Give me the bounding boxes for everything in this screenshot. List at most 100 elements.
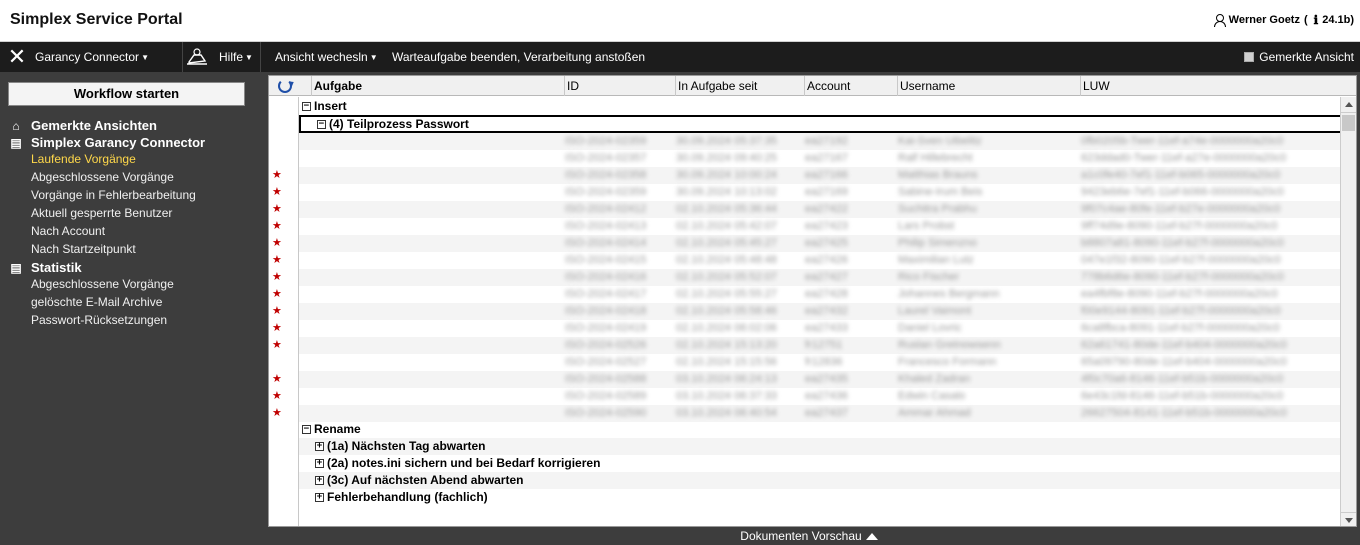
col-luw[interactable]: LUW xyxy=(1080,76,1342,96)
main-toolbar: ✕ Garancy Connector ▼ Hilfe ▼ Ansicht wech… xyxy=(0,42,1360,72)
cell-username: Philip Simenzno xyxy=(898,237,977,249)
nav-gemerkte-ansichten[interactable]: ⌂ Gemerkte Ansichten xyxy=(10,118,157,133)
eraser-icon[interactable] xyxy=(185,42,209,72)
hilfe-menu[interactable]: Hilfe ▼ xyxy=(219,42,253,72)
nav-stat-abgeschlossene-vorgaenge[interactable]: Abgeschlossene Vorgänge xyxy=(31,277,174,291)
col-aufgabe[interactable]: Aufgabe xyxy=(311,76,564,96)
cell-luw: b8807a81-8090-11ef-b27f-0000000a20c0 xyxy=(1081,237,1284,249)
list-icon: ▤ xyxy=(10,135,22,150)
dokumenten-vorschau-toggle[interactable]: Dokumenten Vorschau xyxy=(258,528,1360,545)
expand-icon[interactable]: + xyxy=(315,458,324,468)
info-icon[interactable]: ℹ xyxy=(1314,13,1319,27)
expand-icon[interactable]: + xyxy=(315,475,324,485)
table-row[interactable]: ISO-2024-02527 02.10.2024 15:15:56 fr12836… xyxy=(299,354,1346,371)
group-insert[interactable]: − Insert xyxy=(299,98,1346,115)
group-insert-label: Insert xyxy=(314,99,347,113)
close-icon[interactable]: ✕ xyxy=(6,42,28,72)
group-teilprozess-label: (4) Teilprozess Passwort xyxy=(329,117,469,131)
table-row[interactable]: ISO-2024-02412 02.10.2024 05:36:44 ea27422… xyxy=(299,201,1346,218)
table-row[interactable]: ISO-2024-02588 03.10.2024 06:24:13 ea27435… xyxy=(299,371,1346,388)
vertical-scrollbar[interactable] xyxy=(1340,97,1356,526)
cell-account: ea27169 xyxy=(805,186,848,198)
table-row[interactable]: ISO-2024-02359 30.09.2024 10:13:02 ea27169… xyxy=(299,184,1346,201)
cell-account: ea27427 xyxy=(805,271,848,283)
cell-account: ea27437 xyxy=(805,407,848,419)
group-fehlerbehandlung[interactable]: + Fehlerbehandlung (fachlich) xyxy=(299,489,1346,506)
table-row[interactable]: ISO-2024-02419 02.10.2024 06:02:06 ea27433… xyxy=(299,320,1346,337)
cell-username: Suchitra Prabhu xyxy=(898,203,977,215)
table-row[interactable]: ISO-2024-02413 02.10.2024 05:42:07 ea27423… xyxy=(299,218,1346,235)
nav-statistik-label: Statistik xyxy=(31,260,82,275)
group-fehler-label: Fehlerbehandlung (fachlich) xyxy=(327,490,488,504)
nav-nach-account[interactable]: Nach Account xyxy=(31,224,105,238)
group-rename-3c[interactable]: + (3c) Auf nächsten Abend abwarten xyxy=(299,472,1346,489)
cell-since: 02.10.2024 05:36:44 xyxy=(676,203,777,215)
nav-stat-email-archive[interactable]: gelöschte E-Mail Archive xyxy=(31,295,162,309)
group-rename[interactable]: − Rename xyxy=(299,421,1346,438)
col-account[interactable]: Account xyxy=(804,76,897,96)
table-row[interactable]: ISO-2024-02358 30.09.2024 10:00:24 ea27166… xyxy=(299,167,1346,184)
expand-icon[interactable]: + xyxy=(315,492,324,502)
nav-abgeschlossene-vorgaenge[interactable]: Abgeschlossene Vorgänge xyxy=(31,170,174,184)
star-icon: ★ xyxy=(272,339,282,351)
cell-username: Ammar Ahmad xyxy=(898,407,971,419)
cell-luw: 9ff74d9e-8090-11ef-b27f-0000000a20c0 xyxy=(1081,220,1278,232)
table-row[interactable]: ISO-2024-02526 02.10.2024 15:13:20 fr12751… xyxy=(299,337,1346,354)
nav-stat-passwort-ruecksetzungen[interactable]: Passwort-Rücksetzungen xyxy=(31,313,167,327)
warteaufgabe-button[interactable]: Warteaufgabe beenden, Verarbeitung ansto… xyxy=(392,42,645,72)
table-row[interactable]: ISO-2024-02359 30.09.2024 05:37:35 ea27192… xyxy=(299,133,1346,150)
cell-id: ISO-2024-02358 xyxy=(565,169,647,181)
col-in-aufgabe-seit[interactable]: In Aufgabe seit xyxy=(675,76,804,96)
connector-menu[interactable]: Garancy Connector ▼ xyxy=(35,42,149,72)
table-row[interactable]: ISO-2024-02417 02.10.2024 05:55:27 ea27428… xyxy=(299,286,1346,303)
scroll-down-icon[interactable] xyxy=(1341,512,1356,526)
nav-simplex-garancy-connector[interactable]: ▤ Simplex Garancy Connector xyxy=(10,135,205,150)
cell-id: ISO-2024-02415 xyxy=(565,254,647,266)
cell-username: Ralf Hillebrecht xyxy=(898,152,973,164)
expand-icon[interactable]: + xyxy=(315,441,324,451)
cell-id: ISO-2024-02359 xyxy=(565,186,647,198)
star-icon: ★ xyxy=(272,237,282,249)
table-row[interactable]: ISO-2024-02590 03.10.2024 06:40:54 ea27437… xyxy=(299,405,1346,422)
nav-gesperrte-benutzer[interactable]: Aktuell gesperrte Benutzer xyxy=(31,206,172,220)
user-name: Werner Goetz xyxy=(1228,14,1300,26)
group-rename-1a[interactable]: + (1a) Nächsten Tag abwarten xyxy=(299,438,1346,455)
nav-laufende-vorgaenge[interactable]: Laufende Vorgänge xyxy=(31,152,136,166)
group-teilprozess-passwort[interactable]: − (4) Teilprozess Passwort xyxy=(299,115,1346,133)
table-row[interactable]: ISO-2024-02414 02.10.2024 05:45:27 ea27425… xyxy=(299,235,1346,252)
table-row[interactable]: ISO-2024-02589 03.10.2024 06:37:33 ea27436… xyxy=(299,388,1346,405)
group-rename-2a[interactable]: + (2a) notes.ini sichern und bei Bedarf k… xyxy=(299,455,1346,472)
nav-fehlerbearbeitung[interactable]: Vorgänge in Fehlerbearbeitung xyxy=(31,188,196,202)
gemerkte-ansicht-checkbox[interactable] xyxy=(1244,52,1255,62)
table-row[interactable]: ISO-2024-02418 02.10.2024 05:58:46 ea27432… xyxy=(299,303,1346,320)
nav-statistik[interactable]: ▤ Statistik xyxy=(10,260,82,275)
cell-id: ISO-2024-02413 xyxy=(565,220,647,232)
toolbar-divider xyxy=(260,42,261,72)
scroll-up-icon[interactable] xyxy=(1341,97,1356,113)
col-username[interactable]: Username xyxy=(897,76,1080,96)
ansicht-wechseln-menu[interactable]: Ansicht wechesln ▼ xyxy=(275,42,378,72)
cell-account: ea27426 xyxy=(805,254,848,266)
star-icon: ★ xyxy=(272,322,282,334)
nav-nach-startzeitpunkt[interactable]: Nach Startzeitpunkt xyxy=(31,242,136,256)
marker-column: ★ ★ ★ ★ ★ ★ ★ ★ ★ ★ ★ ★ ★ ★ xyxy=(269,97,299,526)
connector-menu-label: Garancy Connector xyxy=(35,50,140,64)
collapse-icon[interactable]: − xyxy=(302,101,311,111)
scroll-thumb[interactable] xyxy=(1342,115,1355,131)
cell-account: ea27192 xyxy=(805,135,848,147)
cell-since: 02.10.2024 05:45:27 xyxy=(676,237,777,249)
table-row[interactable]: ISO-2024-02416 02.10.2024 05:52:07 ea27427… xyxy=(299,269,1346,286)
refresh-icon[interactable] xyxy=(278,79,292,93)
cell-account: ea27435 xyxy=(805,373,848,385)
cell-luw: 9423eb6e-7ef1-11ef-b066-0000000a20c0 xyxy=(1081,186,1284,198)
workflow-starten-button[interactable]: Workflow starten xyxy=(8,82,245,106)
collapse-icon[interactable]: − xyxy=(302,424,311,434)
cell-account: ea27423 xyxy=(805,220,848,232)
user-info[interactable]: Werner Goetz ( ℹ 24.1b) xyxy=(1213,13,1354,27)
collapse-icon[interactable]: − xyxy=(317,119,326,129)
gemerkte-ansicht-toggle[interactable]: Gemerkte Ansicht xyxy=(1244,42,1354,72)
table-row[interactable]: ISO-2024-02357 30.09.2024 09:40:25 ea27167… xyxy=(299,150,1346,167)
table-row[interactable]: ISO-2024-02415 02.10.2024 05:48:48 ea27426… xyxy=(299,252,1346,269)
cell-account: ea27432 xyxy=(805,305,848,317)
col-id[interactable]: ID xyxy=(564,76,675,96)
